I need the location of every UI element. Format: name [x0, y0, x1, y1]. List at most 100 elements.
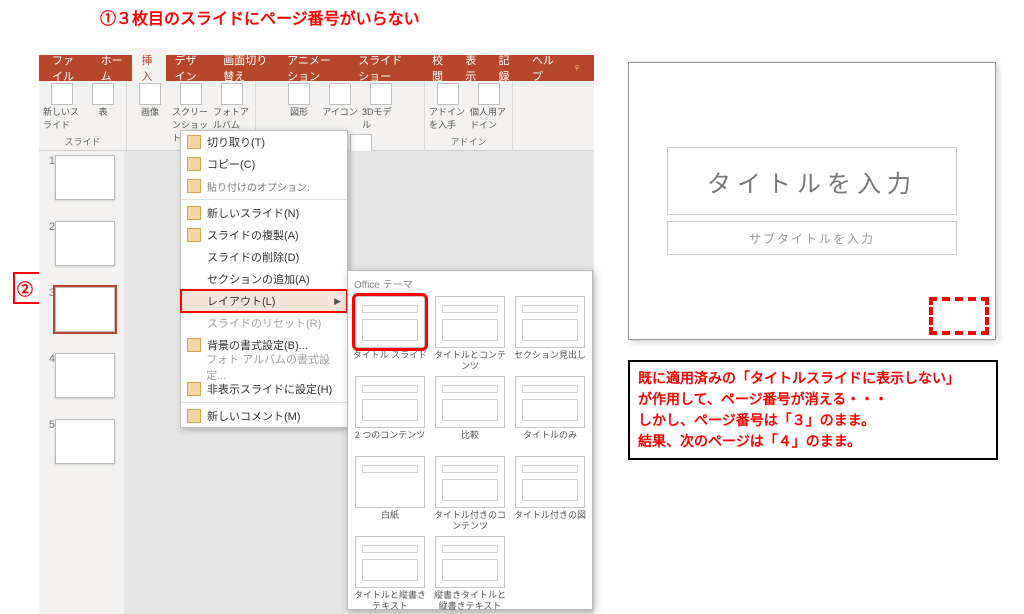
ribbon-item-アイコン[interactable]: アイコン	[321, 83, 359, 118]
cut-icon	[187, 135, 201, 149]
menu-label: 切り取り(T)	[207, 134, 265, 150]
thumb-slide	[55, 221, 115, 266]
ribbon-item-画像[interactable]: 画像	[131, 83, 169, 118]
thumb-number: 5	[43, 419, 55, 431]
layout-縦書きタイトルと縦書きテキスト[interactable]: 縦書きタイトルと縦書きテキスト	[432, 536, 508, 612]
ribbon-item-表[interactable]: 表	[84, 83, 122, 118]
subtitle-placeholder[interactable]: サブタイトルを入力	[667, 221, 957, 255]
ribbon-item-アドインを入手[interactable]: アドインを入手	[429, 83, 467, 131]
layout-thumb	[515, 296, 585, 348]
menu-label: スライドの削除(D)	[207, 249, 299, 265]
layout-flyout: Office テーマ タイトル スライドタイトルとコンテンツセクション見出し 2 …	[347, 270, 593, 610]
thumb-number: 4	[43, 353, 55, 365]
explain-line: しかし、ページ番号は「３」のまま。	[638, 410, 988, 431]
layout-label: タイトル付きの図	[514, 510, 586, 532]
menu-スライドの削除D[interactable]: スライドの削除(D)	[181, 246, 347, 268]
blank-icon	[187, 250, 201, 264]
title-placeholder[interactable]: タイトルを入力	[667, 147, 957, 215]
thumb-number: 1	[43, 155, 55, 167]
context-menu: 切り取り(T) コピー(C) 貼り付けのオプション: 新しいスライド(N) スライドの複…	[180, 130, 348, 428]
explain-line: 結果、次のページは「４」のまま。	[638, 431, 988, 452]
layout-タイトルとコンテンツ[interactable]: タイトルとコンテンツ	[432, 296, 508, 372]
ribbon-item-個人用アドイン[interactable]: 個人用アドイン	[470, 83, 508, 131]
paste-icon	[187, 179, 201, 193]
layout-白紙[interactable]: 白紙	[352, 456, 428, 532]
page-number-highlight	[929, 297, 989, 335]
menu-label: 新しいスライド(N)	[207, 205, 299, 221]
ribbon-item-新しいスライド[interactable]: 新しいスライド	[43, 83, 81, 131]
blank-icon	[187, 360, 200, 374]
slide-preview: タイトルを入力 サブタイトルを入力	[628, 62, 996, 340]
menu-新しいコメントM[interactable]: 新しいコメント(M)	[181, 405, 347, 427]
menu-コピC[interactable]: コピー(C)	[181, 153, 347, 175]
layout-thumb	[355, 296, 425, 348]
layout-タイトルと縦書きテキスト[interactable]: タイトルと縦書きテキスト	[352, 536, 428, 612]
newslide-icon	[187, 206, 201, 220]
menu-スライドの複製A[interactable]: スライドの複製(A)	[181, 224, 347, 246]
menu-label: コピー(C)	[207, 156, 255, 172]
menu-新しいスライドN[interactable]: 新しいスライド(N)	[181, 202, 347, 224]
ribbon-item-図形[interactable]: 図形	[280, 83, 318, 118]
menu-フォトアルバムの書式設定: フォト アルバムの書式設定...	[181, 356, 347, 378]
explanation-box: 既に適用済みの「タイトルスライドに表示しない」 が作用して、ページ番号が消える・…	[628, 360, 998, 460]
layout-thumb	[355, 376, 425, 428]
layout-thumb	[515, 456, 585, 508]
thumb-slide	[55, 353, 115, 398]
thumb-3[interactable]: 3	[43, 287, 120, 335]
blank-icon	[187, 316, 201, 330]
layout-タイトル スライド[interactable]: タイトル スライド	[352, 296, 428, 372]
layout-thumb	[515, 376, 585, 428]
menu-貼り付けのオプション[interactable]: 貼り付けのオプション:	[181, 175, 347, 197]
menu-label: スライドの複製(A)	[207, 227, 299, 243]
menu-label: 貼り付けのオプション:	[207, 179, 310, 194]
explain-line: 既に適用済みの「タイトルスライドに表示しない」	[638, 368, 988, 389]
layout-タイトル付きのコンテンツ[interactable]: タイトル付きのコンテンツ	[432, 456, 508, 532]
menu-セクションの追加A[interactable]: セクションの追加(A)	[181, 268, 347, 290]
slide-thumbnails[interactable]: 1 2 3 4 5	[39, 151, 124, 614]
layout-thumb	[435, 456, 505, 508]
layout-label: タイトルとコンテンツ	[432, 350, 508, 372]
layout-label: タイトルのみ	[523, 430, 577, 452]
layout-タイトルのみ[interactable]: タイトルのみ	[512, 376, 588, 452]
menu-スライドのリセットR: スライドのリセット(R)	[181, 312, 347, 334]
ribbon-group-スライド: 新しいスライド表スライド	[39, 81, 127, 150]
layout-label: 白紙	[381, 510, 399, 532]
layout-theme-header: Office テーマ	[350, 273, 590, 294]
thumb-slide	[55, 287, 115, 332]
menu-切り取りT[interactable]: 切り取り(T)	[181, 131, 347, 153]
layout-thumb	[435, 536, 505, 588]
thumb-slide	[55, 155, 115, 200]
tab-ヘルプ[interactable]: ヘルプ	[523, 48, 564, 88]
annotation-1: ①３枚目のスライドにページ番号がいらない	[100, 5, 420, 29]
thumb-slide	[55, 419, 115, 464]
ribbon-item-フォトアルバム[interactable]: フォトアルバム	[213, 83, 251, 131]
layout-label: セクション見出し	[514, 350, 586, 372]
comment-icon	[187, 409, 201, 423]
ribbon-group-アドイン: アドインを入手個人用アドインアドイン	[425, 81, 513, 150]
layout-セクション見出し[interactable]: セクション見出し	[512, 296, 588, 372]
layout-label: 縦書きタイトルと縦書きテキスト	[432, 590, 508, 612]
menu-label: 新しいコメント(M)	[207, 408, 301, 424]
layout-thumb	[435, 376, 505, 428]
blank-icon	[187, 272, 201, 286]
layout-タイトル付きの図[interactable]: タイトル付きの図	[512, 456, 588, 532]
menu-label: 非表示スライドに設定(H)	[207, 381, 332, 397]
layout-thumb	[435, 296, 505, 348]
menu-label: スライドのリセット(R)	[207, 315, 321, 331]
menu-label: セクションの追加(A)	[207, 271, 310, 287]
menu-レイアウトL[interactable]: レイアウト(L)▶	[181, 290, 347, 312]
hide-icon	[187, 382, 201, 396]
ribbon-item-3Dモデル[interactable]: 3Dモデル	[362, 83, 400, 131]
layout-thumb	[355, 536, 425, 588]
layout-比較[interactable]: 比較	[432, 376, 508, 452]
dup-icon	[187, 228, 201, 242]
thumb-2[interactable]: 2	[43, 221, 120, 269]
tell-me-icon[interactable]: ♀	[564, 58, 590, 78]
thumb-number: 2	[43, 221, 55, 233]
menu-label: フォト アルバムの書式設定...	[206, 351, 341, 383]
thumb-4[interactable]: 4	[43, 353, 120, 401]
thumb-1[interactable]: 1	[43, 155, 120, 203]
layout-label: タイトル付きのコンテンツ	[432, 510, 508, 532]
layout-2 つのコンテンツ[interactable]: 2 つのコンテンツ	[352, 376, 428, 452]
thumb-5[interactable]: 5	[43, 419, 120, 467]
